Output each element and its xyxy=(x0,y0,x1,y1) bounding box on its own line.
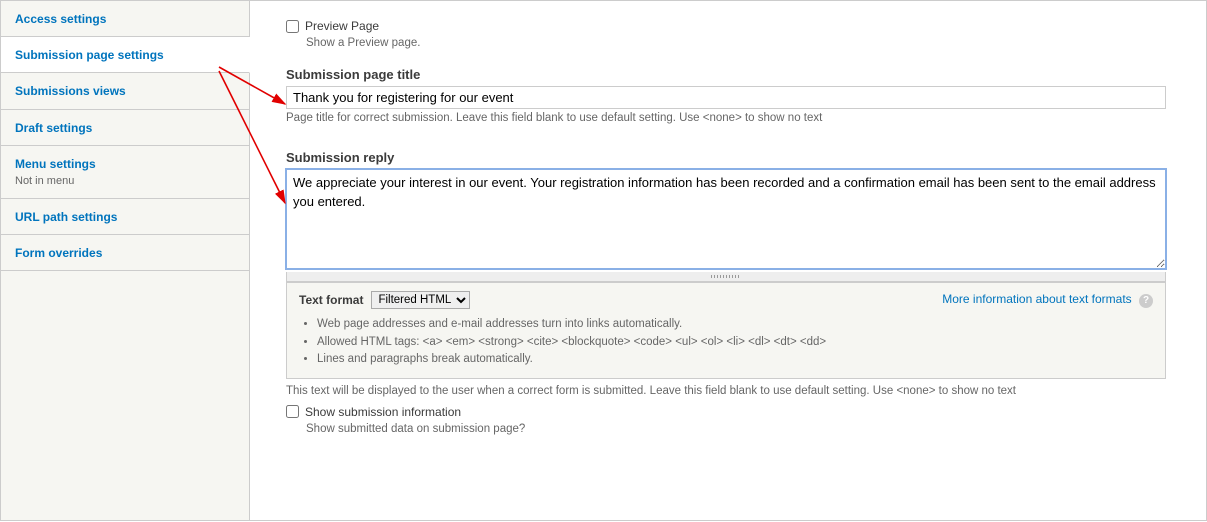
preview-page-label: Preview Page xyxy=(305,19,379,33)
sidebar-item-form-overrides[interactable]: Form overrides xyxy=(1,235,249,271)
show-submission-info-row: Show submission information Show submitt… xyxy=(286,405,1180,435)
show-submission-info-desc: Show submitted data on submission page? xyxy=(306,423,1180,435)
preview-page-desc: Show a Preview page. xyxy=(306,37,1180,49)
sidebar-item-submissions-views[interactable]: Submissions views xyxy=(1,73,249,109)
sidebar-item-label: Submission page settings xyxy=(15,47,235,63)
text-format-select[interactable]: Filtered HTML xyxy=(371,291,470,309)
submission-reply-row: Submission reply Text format Filtered HT… xyxy=(286,150,1180,397)
submission-reply-label: Submission reply xyxy=(286,150,1180,165)
help-icon[interactable]: ? xyxy=(1139,294,1153,308)
sidebar-item-label: URL path settings xyxy=(15,209,235,225)
settings-sidebar: Access settings Submission page settings… xyxy=(1,1,250,520)
textarea-resize-grippie[interactable] xyxy=(286,272,1166,282)
sidebar-item-label: Access settings xyxy=(15,11,235,27)
sidebar-item-label: Draft settings xyxy=(15,120,235,136)
preview-page-checkbox[interactable] xyxy=(286,20,299,33)
sidebar-item-draft-settings[interactable]: Draft settings xyxy=(1,110,249,146)
sidebar-item-menu-settings[interactable]: Menu settings Not in menu xyxy=(1,146,249,199)
show-submission-info-label: Show submission information xyxy=(305,405,461,419)
sidebar-item-sublabel: Not in menu xyxy=(15,174,235,189)
text-format-label: Text format xyxy=(299,293,363,307)
sidebar-item-label: Form overrides xyxy=(15,245,235,261)
main-panel: Preview Page Show a Preview page. Submis… xyxy=(250,1,1206,520)
sidebar-spacer xyxy=(1,271,249,520)
show-submission-info-checkbox[interactable] xyxy=(286,405,299,418)
text-format-tips: Web page addresses and e-mail addresses … xyxy=(317,317,1153,368)
text-format-tip: Allowed HTML tags: <a> <em> <strong> <ci… xyxy=(317,335,1153,351)
submission-page-title-row: Submission page title Page title for cor… xyxy=(286,67,1180,124)
text-format-more-link[interactable]: More information about text formats xyxy=(942,292,1131,306)
submission-page-title-hint: Page title for correct submission. Leave… xyxy=(286,112,1180,124)
sidebar-item-submission-page-settings[interactable]: Submission page settings xyxy=(1,37,250,73)
sidebar-item-url-path-settings[interactable]: URL path settings xyxy=(1,199,249,235)
submission-reply-hint: This text will be displayed to the user … xyxy=(286,385,1180,397)
sidebar-item-access-settings[interactable]: Access settings xyxy=(1,1,249,37)
show-submission-info-checkbox-wrapper[interactable]: Show submission information xyxy=(286,405,1180,419)
text-format-tip: Web page addresses and e-mail addresses … xyxy=(317,317,1153,333)
submission-reply-textarea[interactable] xyxy=(286,169,1166,269)
sidebar-item-label: Menu settings xyxy=(15,156,235,172)
submission-page-title-input[interactable] xyxy=(286,86,1166,109)
text-format-box: Text format Filtered HTML More informati… xyxy=(286,282,1166,379)
preview-page-row: Preview Page Show a Preview page. xyxy=(286,19,1180,49)
text-format-tip: Lines and paragraphs break automatically… xyxy=(317,352,1153,368)
sidebar-item-label: Submissions views xyxy=(15,83,235,99)
preview-page-checkbox-wrapper[interactable]: Preview Page xyxy=(286,19,1180,33)
submission-page-title-label: Submission page title xyxy=(286,67,1180,82)
